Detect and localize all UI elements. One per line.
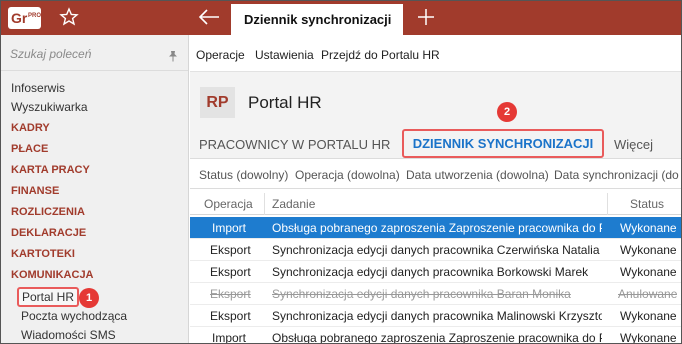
table-row[interactable]: Eksport Synchronizacja edycji danych pra… <box>190 261 681 283</box>
annotation-badge-2: 2 <box>497 102 517 122</box>
cell-status: Wykonane <box>620 309 677 323</box>
cell-operacja: Eksport <box>210 265 251 279</box>
table-row[interactable]: Eksport Synchronizacja edycji danych pra… <box>190 283 681 305</box>
logo-text: Gr <box>11 10 28 26</box>
logo-pro-label: PRO <box>28 13 42 19</box>
cell-status: Wykonane <box>620 243 677 257</box>
filter-data-synchronizacji[interactable]: Data synchronizacji (do <box>554 168 679 182</box>
title-bar: Gr PRO Dziennik synchronizacji <box>1 1 681 35</box>
cell-zadanie: Obsługa pobranego zaproszenia Zaproszeni… <box>272 331 602 344</box>
menu-ustawienia[interactable]: Ustawienia <box>255 48 314 62</box>
table-row[interactable]: Import Obsługa pobranego zaproszenia Zap… <box>190 217 681 239</box>
sidebar-item-deklaracje[interactable]: DEKLARACJE <box>11 225 86 241</box>
menu-operacje[interactable]: Operacje <box>196 48 245 62</box>
tab-pracownicy-w-portalu-hr[interactable]: PRACOWNICY W PORTALU HR <box>199 137 390 152</box>
column-status[interactable]: Status <box>630 197 664 211</box>
sidebar-item-finanse[interactable]: FINANSE <box>11 183 59 199</box>
filter-data-utworzenia[interactable]: Data utworzenia (dowolna) <box>406 168 549 182</box>
cell-zadanie: Synchronizacja edycji danych pracownika … <box>272 265 589 279</box>
cell-operacja: Eksport <box>210 287 251 301</box>
sidebar-item-place[interactable]: PŁACE <box>11 141 48 157</box>
command-search[interactable]: Szukaj poleceń <box>1 39 188 71</box>
sidebar-item-portal-hr[interactable]: Portal HR <box>17 287 80 307</box>
sidebar-item-poczta-wychodzaca[interactable]: Poczta wychodząca <box>21 308 127 324</box>
cell-zadanie: Obsługa pobranego zaproszenia Zaproszeni… <box>272 221 602 235</box>
app-window: Gr PRO Dziennik synchronizacji Szukaj po… <box>0 0 682 344</box>
table-row[interactable]: Eksport Synchronizacja edycji danych pra… <box>190 239 681 261</box>
sidebar-item-wiadomosci-sms[interactable]: Wiadomości SMS <box>21 327 116 343</box>
filter-bar: Status (dowolny) Operacja (dowolna) Data… <box>190 159 681 189</box>
page-title: Portal HR <box>248 93 322 112</box>
table-row[interactable]: Import Obsługa pobranego zaproszenia Zap… <box>190 327 681 344</box>
search-input[interactable]: Szukaj poleceń <box>10 47 91 61</box>
subtabs-bar: PRACOWNICY W PORTALU HR DZIENNIK SYNCHRO… <box>190 129 681 159</box>
sidebar-item-rozliczenia[interactable]: ROZLICZENIA <box>11 204 85 220</box>
table-header: Operacja Zadanie Status <box>190 193 681 215</box>
menu-przejdz-do-portalu-hr[interactable]: Przejdź do Portalu HR <box>321 48 440 62</box>
annotation-badge-1: 1 <box>79 288 99 308</box>
add-tab-icon[interactable] <box>416 7 436 27</box>
menu-bar: Operacje Ustawienia Przejdź do Portalu H… <box>190 35 681 72</box>
tab-wiecej[interactable]: Więcej <box>614 137 653 152</box>
sidebar-item-kartoteki[interactable]: KARTOTEKI <box>11 246 75 262</box>
cell-status: Anulowane <box>618 287 678 301</box>
cell-operacja: Import <box>212 331 247 344</box>
column-zadanie[interactable]: Zadanie <box>272 197 315 211</box>
app-logo[interactable]: Gr PRO <box>8 7 41 29</box>
column-operacja[interactable]: Operacja <box>204 197 253 211</box>
page-header: RP Portal HR <box>190 72 681 129</box>
table-row[interactable]: Eksport Synchronizacja edycji danych pra… <box>190 305 681 327</box>
column-divider <box>607 193 608 215</box>
cell-operacja: Eksport <box>210 309 251 323</box>
cell-status: Wykonane <box>620 331 677 344</box>
filter-status[interactable]: Status (dowolny) <box>199 168 288 182</box>
sidebar-item-karta-pracy[interactable]: KARTA PRACY <box>11 162 90 178</box>
cell-zadanie: Synchronizacja edycji danych pracownika … <box>272 309 602 323</box>
cell-status: Wykonane <box>620 221 677 235</box>
cell-zadanie: Synchronizacja edycji danych pracownika … <box>272 243 600 257</box>
tab-dziennik-synchronizacji-active[interactable]: DZIENNIK SYNCHRONIZACJI <box>402 129 604 158</box>
filter-operacja[interactable]: Operacja (dowolna) <box>295 168 400 182</box>
cell-zadanie: Synchronizacja edycji danych pracownika … <box>272 287 571 301</box>
sidebar-item-wyszukiwarka[interactable]: Wyszukiwarka <box>11 99 88 115</box>
module-badge: RP <box>200 87 235 118</box>
cell-operacja: Eksport <box>210 243 251 257</box>
column-divider <box>264 193 265 215</box>
sidebar-item-kadry[interactable]: KADRY <box>11 120 50 136</box>
tab-dziennik-synchronizacji[interactable]: Dziennik synchronizacji <box>231 4 403 35</box>
sidebar-item-infoserwis[interactable]: Infoserwis <box>11 80 65 96</box>
cell-status: Wykonane <box>620 265 677 279</box>
sidebar-item-komunikacja[interactable]: KOMUNIKACJA <box>11 267 94 283</box>
pin-icon[interactable] <box>167 50 179 62</box>
back-arrow-icon[interactable] <box>197 7 221 27</box>
cell-operacja: Import <box>212 221 247 235</box>
star-icon[interactable] <box>59 7 79 27</box>
